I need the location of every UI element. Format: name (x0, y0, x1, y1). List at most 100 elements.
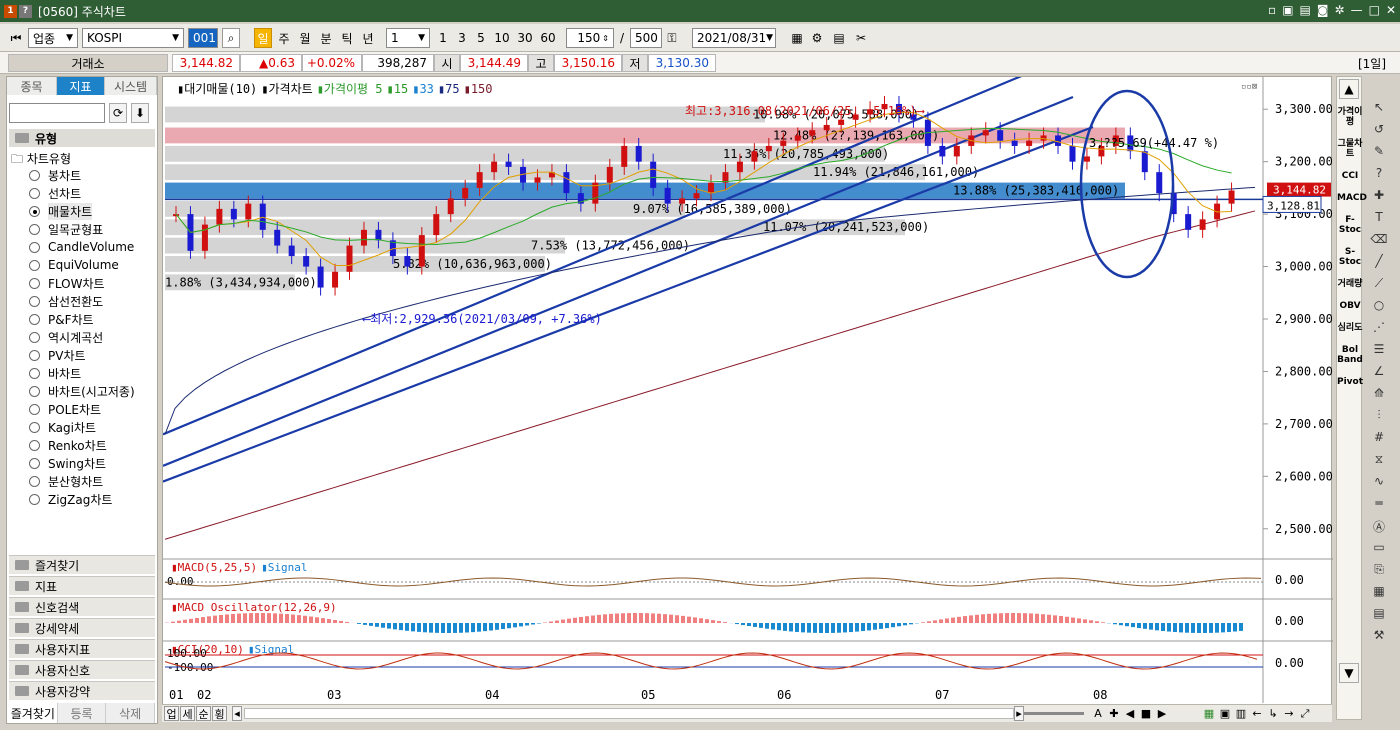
zoom-label[interactable]: A (1092, 706, 1104, 721)
multi-line-icon[interactable]: ⋰ (1370, 320, 1388, 338)
copy-icon[interactable]: ⎘ (1370, 562, 1388, 580)
stop-icon[interactable]: ■ (1140, 706, 1152, 721)
cycle-icon[interactable]: ⧖ (1370, 452, 1388, 470)
fan-icon[interactable]: ⟰ (1370, 386, 1388, 404)
settings-icon[interactable]: ⚙ (808, 28, 826, 48)
view-tab[interactable]: 세 (180, 706, 195, 721)
refresh-icon[interactable]: ↺ (1370, 122, 1388, 140)
channel-icon[interactable]: ☰ (1370, 342, 1388, 360)
print-icon[interactable]: ▤ (1300, 3, 1311, 17)
download-icon[interactable]: ⬇ (131, 103, 149, 123)
indicator-shortcut[interactable]: Pivot (1337, 377, 1363, 387)
radio-icon[interactable] (29, 493, 40, 505)
chart-type-option[interactable]: 일목균형표 (29, 221, 103, 237)
radio-icon[interactable] (29, 403, 40, 415)
indicator-shortcut[interactable]: OBV (1337, 301, 1363, 311)
chart-type-option[interactable]: 바차트(시고저종) (29, 383, 135, 399)
search-icon[interactable]: ⌕ (222, 28, 240, 48)
indicator-shortcut[interactable]: S-Stoc (1337, 247, 1363, 267)
scroll-right-icon[interactable]: ▸ (1014, 706, 1024, 721)
quick-count-10[interactable]: 10 (491, 28, 513, 48)
zoom-slider[interactable] (1024, 712, 1084, 715)
chart-type-option[interactable]: 봉차트 (29, 167, 81, 183)
cursor-icon[interactable]: ↖ (1370, 100, 1388, 118)
chart-type-option[interactable]: 역시계곡선 (29, 329, 103, 345)
chart-type-option[interactable]: Swing차트 (29, 455, 106, 471)
market-type-select[interactable]: 업종 ▼ (28, 28, 78, 48)
play-icon[interactable]: ▶ (1156, 706, 1168, 721)
radio-icon[interactable] (29, 295, 40, 307)
line-icon[interactable]: ╱ (1370, 254, 1388, 272)
save-icon[interactable]: ▦ (788, 28, 806, 48)
folder-item[interactable]: 사용자지표 (9, 639, 155, 658)
radio-icon[interactable] (29, 421, 40, 433)
tab-indicator[interactable]: 지표 (57, 77, 105, 95)
radio-icon[interactable] (29, 169, 40, 181)
chart-type-option[interactable]: FLOW차트 (29, 275, 105, 291)
chart-type-option[interactable]: PV차트 (29, 347, 86, 363)
tab-stock[interactable]: 종목 (7, 77, 57, 95)
folder-item[interactable]: 강세약세 (9, 618, 155, 637)
indicator-shortcut[interactable]: 그물차트 (1337, 139, 1363, 159)
indicator-shortcut[interactable]: Bol Band (1337, 345, 1363, 365)
prev-item-icon[interactable]: ⏮ (8, 28, 24, 48)
grid-view-icon[interactable]: ▦ (1370, 584, 1388, 602)
period-0[interactable]: 일 (254, 28, 272, 48)
radio-icon[interactable] (29, 277, 40, 289)
period-1[interactable]: 주 (275, 28, 293, 48)
text-icon[interactable]: T (1370, 210, 1388, 228)
window-icon[interactable]: ▭ (1370, 540, 1388, 558)
quick-count-30[interactable]: 30 (514, 28, 536, 48)
folder-item[interactable]: 신호검색 (9, 597, 155, 616)
chart-type-option[interactable]: 바차트 (29, 365, 81, 381)
close-icon[interactable]: ✕ (1386, 3, 1396, 17)
panel-controls-icon[interactable]: ▫▫⊠ (1241, 82, 1257, 92)
scroll-left-icon[interactable]: ◂ (232, 706, 242, 721)
radio-icon[interactable] (29, 439, 40, 451)
index-name-input[interactable]: KOSPI ▼ (82, 28, 184, 48)
question-icon[interactable]: ? (1370, 166, 1388, 184)
quick-count-5[interactable]: 5 (472, 28, 490, 48)
chart-type-option[interactable]: Renko차트 (29, 437, 107, 453)
link-icon[interactable]: ▣ (1282, 3, 1293, 17)
corner-icon[interactable]: ↳ (1266, 706, 1280, 721)
indicator-search-input[interactable] (9, 103, 105, 123)
folder-item[interactable]: 사용자신호 (9, 660, 155, 679)
chart-type-option[interactable]: EquiVolume (29, 257, 119, 273)
folder-item[interactable]: 사용자강약 (9, 681, 155, 700)
quick-count-60[interactable]: 60 (537, 28, 559, 48)
arrow-right-icon[interactable]: → (1282, 706, 1296, 721)
radio-icon[interactable] (29, 187, 40, 199)
pen-icon[interactable]: ✎ (1370, 144, 1388, 162)
radio-icon[interactable] (29, 223, 40, 235)
indicator-shortcut[interactable]: F-Stoc (1337, 215, 1363, 235)
period-3[interactable]: 분 (317, 28, 335, 48)
folder-item[interactable]: 즐겨찾기 (9, 555, 155, 574)
radio-icon[interactable] (29, 205, 40, 217)
layout-icon[interactable]: ▥ (1234, 706, 1248, 721)
folder-item[interactable]: 지표 (9, 576, 155, 595)
tab-system[interactable]: 시스템 (105, 77, 157, 95)
period-4[interactable]: 틱 (338, 28, 356, 48)
crosshair-icon[interactable]: ✚ (1370, 188, 1388, 206)
grid-icon[interactable]: # (1370, 430, 1388, 448)
wave-icon[interactable]: ∿ (1370, 474, 1388, 492)
date-select[interactable]: 2021/08/31 ▼ (692, 28, 776, 48)
chart-type-option[interactable]: 분산형차트 (29, 473, 103, 489)
chart-type-option[interactable]: POLE차트 (29, 401, 101, 417)
arrow-left-icon[interactable]: ← (1250, 706, 1264, 721)
expand-icon[interactable]: ⤢ (1298, 706, 1312, 721)
tab-delete[interactable]: 삭제 (106, 703, 156, 723)
interval-select[interactable]: 1 ▼ (386, 28, 430, 48)
scroll-up-icon[interactable]: ▲ (1339, 79, 1359, 99)
view-count-input[interactable]: 150 ⇕ (566, 28, 614, 48)
radio-icon[interactable] (29, 475, 40, 487)
chart-area[interactable]: ▮대기매물(10) ▮가격차트 ▮가격이평 5 ▮15 ▮33 ▮75 ▮150 10.98%… (162, 76, 1333, 720)
period-2[interactable]: 월 (296, 28, 314, 48)
radio-icon[interactable] (29, 367, 40, 379)
ruler-icon[interactable]: ═ (1370, 496, 1388, 514)
tools-icon[interactable]: ✂ (852, 28, 870, 48)
tab-register[interactable]: 등록 (57, 703, 107, 723)
gear-icon[interactable]: ✲ (1335, 3, 1345, 17)
zoom-in-icon[interactable]: ✚ (1108, 706, 1120, 721)
